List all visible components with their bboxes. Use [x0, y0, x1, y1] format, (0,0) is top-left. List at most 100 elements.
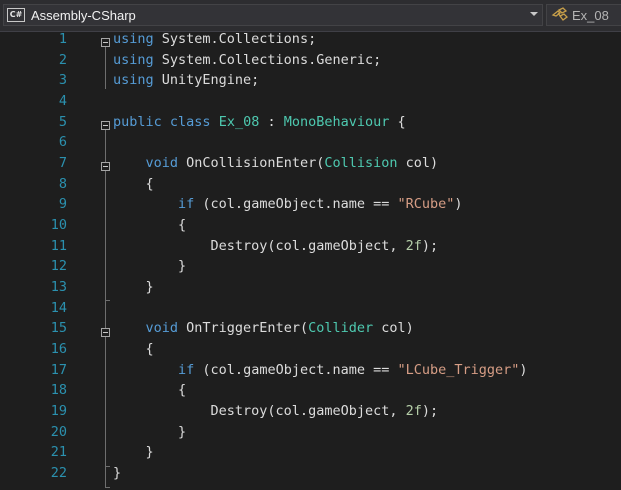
code-text[interactable]: } [113, 277, 154, 298]
line-number: 5 [58, 113, 67, 130]
code-text[interactable]: public class Ex_08 : MonoBehaviour { [113, 112, 406, 133]
plain-token: { [113, 382, 187, 399]
code-line[interactable]: 21 } [0, 442, 621, 463]
code-text[interactable]: using System.Collections; [113, 29, 316, 50]
code-text[interactable]: void OnCollisionEnter(Collision col) [113, 153, 439, 174]
code-text[interactable]: if (col.gameObject.name == "RCube") [113, 194, 463, 215]
line-number: 7 [58, 155, 67, 172]
line-number: 17 [50, 361, 67, 378]
code-text[interactable]: } [113, 256, 186, 277]
code-line[interactable]: 12 } [0, 256, 621, 277]
code-line[interactable]: 16 { [0, 339, 621, 360]
line-number: 12 [50, 258, 67, 275]
code-line[interactable]: 15 void OnTriggerEnter(Collider col) [0, 318, 621, 339]
class-name: Ex_08 [572, 7, 609, 23]
plain-token: } [113, 279, 154, 296]
plain-token: col) [397, 155, 439, 172]
plain-token: ) [454, 196, 463, 213]
csharp-project-icon: C# [7, 8, 25, 22]
code-text[interactable]: } [113, 422, 186, 443]
keyword-token: class [169, 113, 211, 130]
line-number: 10 [50, 217, 67, 234]
plain-token: (col.gameObject.name == [194, 196, 398, 213]
code-text[interactable]: void OnTriggerEnter(Collider col) [113, 318, 414, 339]
code-line[interactable]: 10 { [0, 215, 621, 236]
plain-token: (col.gameObject.name == [194, 361, 398, 378]
string-token: "RCube" [397, 196, 455, 213]
code-line[interactable]: 14 [0, 298, 621, 319]
line-number: 13 [50, 279, 67, 296]
line-number: 15 [50, 320, 67, 337]
code-line[interactable]: 1 using System.Collections; [0, 29, 621, 50]
string-token: "LCube_Trigger" [397, 361, 520, 378]
code-editor[interactable]: 1 using System.Collections; 2 using System.… [0, 29, 621, 490]
line-number: 19 [50, 403, 67, 420]
code-text[interactable]: { [113, 380, 186, 401]
code-line[interactable]: 9 if (col.gameObject.name == "RCube") [0, 194, 621, 215]
line-number: 18 [50, 382, 67, 399]
plain-token: } [113, 258, 187, 275]
type-token: Collider [308, 320, 374, 337]
project-dropdown[interactable]: C# Assembly-CSharp [3, 4, 543, 26]
number-token: 2f [405, 237, 422, 254]
code-line[interactable]: 7 void OnCollisionEnter(Collision col) [0, 153, 621, 174]
code-line[interactable]: 6 [0, 132, 621, 153]
keyword-token: if [178, 196, 195, 213]
code-line[interactable]: 11 Destroy(col.gameObject, 2f); [0, 236, 621, 257]
code-line[interactable]: 20 } [0, 422, 621, 443]
code-text[interactable]: if (col.gameObject.name == "LCube_Trigge… [113, 360, 528, 381]
code-text[interactable]: Destroy(col.gameObject, 2f); [113, 236, 439, 257]
class-dropdown[interactable]: Ex_08 [546, 4, 621, 26]
code-text[interactable]: { [113, 215, 186, 236]
line-number: 22 [50, 465, 67, 482]
code-line[interactable]: 5 public class Ex_08 : MonoBehaviour { [0, 112, 621, 133]
code-line[interactable]: 18 { [0, 380, 621, 401]
line-number: 11 [50, 237, 67, 254]
plain-token: Destroy(col.gameObject, [113, 403, 406, 420]
code-text[interactable]: { [113, 339, 154, 360]
line-number: 2 [58, 51, 67, 68]
keyword-token: if [178, 361, 195, 378]
code-text[interactable]: Destroy(col.gameObject, 2f); [113, 401, 439, 422]
plain-token: { [113, 341, 154, 358]
number-token: 2f [405, 403, 422, 420]
plain-token: System.Collections.Generic; [153, 51, 382, 68]
type-token: Ex_08 [218, 113, 260, 130]
code-line[interactable]: 8 { [0, 174, 621, 195]
line-number: 4 [58, 93, 67, 109]
project-name: Assembly-CSharp [31, 7, 136, 23]
code-line[interactable]: 13 } [0, 277, 621, 298]
code-text[interactable]: } [113, 442, 154, 463]
code-line[interactable]: 19 Destroy(col.gameObject, 2f); [0, 401, 621, 422]
plain-token: ) [519, 361, 528, 378]
plain-token: : [259, 113, 284, 130]
plain-token: } [113, 465, 122, 482]
plain-token: { [113, 175, 154, 192]
chevron-down-icon[interactable] [530, 12, 538, 16]
type-token: Collision [324, 155, 398, 172]
line-number: 16 [50, 341, 67, 358]
code-text[interactable]: } [113, 463, 121, 484]
code-line[interactable]: 3 using UnityEngine; [0, 70, 621, 91]
code-line[interactable]: 22} [0, 463, 621, 484]
plain-token: ); [421, 403, 439, 420]
plain-token: { [389, 113, 406, 130]
plain-token: ); [421, 237, 439, 254]
code-line[interactable]: 2 using System.Collections.Generic; [0, 50, 621, 71]
plain-token: } [113, 444, 154, 461]
code-line[interactable]: 17 if (col.gameObject.name == "LCube_Tri… [0, 360, 621, 381]
code-text[interactable]: { [113, 174, 154, 195]
line-number: 20 [50, 423, 67, 440]
line-number: 21 [50, 444, 67, 461]
code-line[interactable]: 4 [0, 91, 621, 112]
line-number: 8 [58, 175, 67, 192]
code-text[interactable]: using UnityEngine; [113, 70, 259, 91]
plain-token: OnTriggerEnter( [178, 320, 309, 337]
line-number: 6 [58, 134, 67, 151]
code-text[interactable]: using System.Collections.Generic; [113, 50, 381, 71]
